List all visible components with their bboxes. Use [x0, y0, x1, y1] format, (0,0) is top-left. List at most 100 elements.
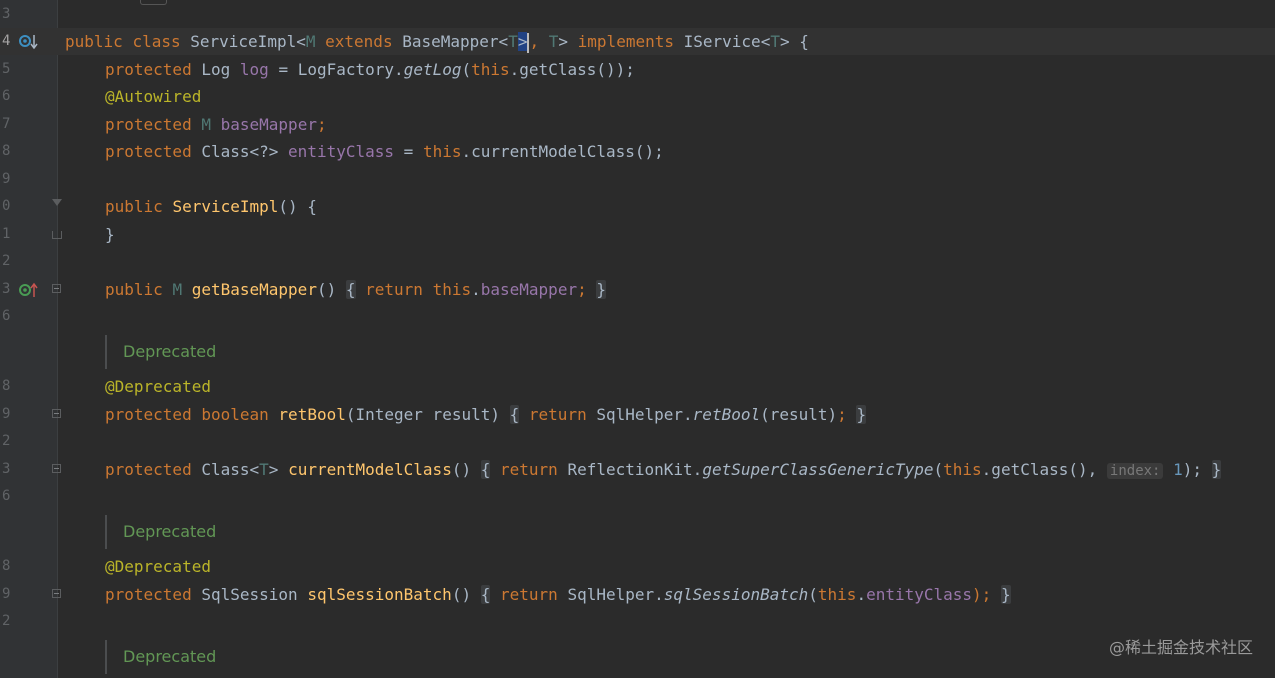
class-name: ServiceImpl — [190, 32, 297, 51]
code-line[interactable]: 2 — [0, 608, 1275, 635]
rendered-doc-comment[interactable]: Deprecated — [105, 335, 216, 369]
type-name: Log — [201, 60, 231, 79]
punct: > — [779, 32, 790, 51]
line-number: 6 — [2, 488, 11, 504]
code-line[interactable]: 8 @Deprecated — [0, 373, 1275, 400]
fold-toggle-icon[interactable] — [52, 464, 61, 473]
method-call: .getClass(), — [981, 460, 1098, 479]
code-line[interactable]: 9 — [0, 166, 1275, 193]
code-line[interactable]: 6 — [0, 483, 1275, 510]
keyword: this — [817, 585, 857, 604]
rendered-doc-comment[interactable]: Deprecated — [105, 640, 216, 674]
code-line[interactable]: 7 protected M baseMapper; — [0, 111, 1275, 138]
static-method: sqlSessionBatch — [663, 585, 809, 604]
annotation: @Deprecated — [105, 377, 211, 396]
field-name: entityClass — [288, 142, 395, 161]
fold-toggle-icon[interactable] — [52, 284, 61, 293]
code-line[interactable]: 9 protected boolean retBool(Integer resu… — [0, 401, 1275, 428]
line-number: 3 — [2, 6, 11, 22]
folded-brace[interactable]: { — [509, 405, 520, 424]
keyword: protected — [105, 60, 192, 79]
line-number: 8 — [2, 143, 11, 159]
keyword: return — [528, 405, 587, 424]
folded-brace[interactable]: { — [345, 280, 356, 299]
keyword: return — [500, 460, 558, 479]
punct: ( — [808, 585, 818, 604]
code-line[interactable]: 3 — [0, 1, 1275, 28]
method-name: ServiceImpl — [172, 197, 279, 216]
keyword: this — [943, 460, 982, 479]
folded-brace[interactable]: } — [1000, 585, 1011, 604]
code-line[interactable]: 6 @Autowired — [0, 83, 1275, 110]
code-line[interactable]: 8 protected Class<?> entityClass = this.… — [0, 138, 1275, 165]
method-name: sqlSessionBatch — [307, 585, 452, 604]
punct: < — [296, 32, 306, 51]
punct: < — [498, 32, 509, 51]
line-number: 6 — [2, 88, 11, 104]
code-line[interactable]: 8 @Deprecated — [0, 553, 1275, 580]
fold-toggle-icon[interactable] — [52, 409, 61, 418]
type-param: M — [305, 32, 316, 51]
code-line[interactable]: 5 protected Log log = LogFactory.getLog(… — [0, 56, 1275, 83]
type-name: SqlHelper. — [596, 405, 693, 424]
type-param: T — [770, 32, 780, 51]
line-number: 6 — [2, 308, 11, 324]
folded-brace[interactable]: } — [1211, 460, 1222, 479]
line-number: 5 — [2, 61, 11, 77]
line-number: 9 — [2, 171, 11, 187]
code-line[interactable]: 2 — [0, 248, 1275, 275]
type-name: Class< — [201, 460, 260, 479]
code-line[interactable]: 3 protected Class<T> currentModelClass()… — [0, 456, 1275, 483]
field-name: entityClass — [866, 585, 973, 604]
type-name: Class<?> — [201, 142, 279, 161]
implemented-down-icon[interactable] — [19, 34, 39, 50]
code-line[interactable]: 9 protected SqlSession sqlSessionBatch()… — [0, 581, 1275, 608]
fold-toggle-icon[interactable] — [52, 589, 61, 598]
rendered-doc-comment[interactable]: Deprecated — [105, 515, 216, 549]
method-call: .getClass()); — [509, 60, 635, 79]
keyword: this — [471, 60, 510, 79]
line-number: 8 — [2, 558, 11, 574]
line-number: 9 — [2, 406, 11, 422]
keyword: protected — [105, 142, 192, 161]
punct: > — [268, 460, 279, 479]
folded-brace[interactable]: } — [856, 405, 867, 424]
folded-brace[interactable]: } — [596, 280, 606, 299]
code-line[interactable]: 3 public M getBaseMapper() { return this… — [0, 276, 1275, 303]
keyword: return — [500, 585, 558, 604]
code-line[interactable]: 1 } — [0, 221, 1275, 248]
line-number: 2 — [2, 253, 11, 269]
line-number: 2 — [2, 433, 11, 449]
override-up-icon[interactable] — [19, 282, 39, 298]
folded-brace[interactable]: { — [480, 585, 491, 604]
code-line[interactable]: 0 public ServiceImpl() { — [0, 193, 1275, 220]
field-name: log — [239, 60, 269, 79]
punct: ( — [933, 460, 944, 479]
punct: > — [558, 32, 569, 51]
punct: < — [760, 32, 771, 51]
type-param: T — [508, 32, 518, 51]
keyword: class — [132, 32, 181, 51]
punct: () — [316, 280, 337, 299]
punct: . — [471, 280, 481, 299]
keyword: public — [105, 280, 163, 299]
code-line-class-declaration[interactable]: 4 public class ServiceImpl<M extends Bas… — [0, 28, 1275, 55]
punct: = — [278, 60, 289, 79]
type-name: IService — [683, 32, 761, 51]
code-line[interactable]: 2 — [0, 428, 1275, 455]
fold-open-icon[interactable] — [52, 199, 62, 206]
keyword: public — [65, 32, 123, 51]
folded-brace[interactable]: { — [480, 460, 491, 479]
code-line[interactable]: 6 — [0, 303, 1275, 330]
punct: ; — [316, 115, 327, 134]
type-name: SqlSession — [201, 585, 298, 604]
line-number: 0 — [2, 198, 11, 214]
punct: ); — [972, 585, 992, 604]
static-method: retBool — [692, 405, 761, 424]
selected-bracket: > — [517, 32, 528, 51]
annotation: @Autowired — [105, 87, 202, 106]
watermark: @稀土掘金技术社区 — [1108, 638, 1253, 657]
punct: } — [105, 225, 115, 244]
keyword: protected — [105, 405, 192, 424]
fold-close-icon[interactable] — [52, 231, 62, 239]
